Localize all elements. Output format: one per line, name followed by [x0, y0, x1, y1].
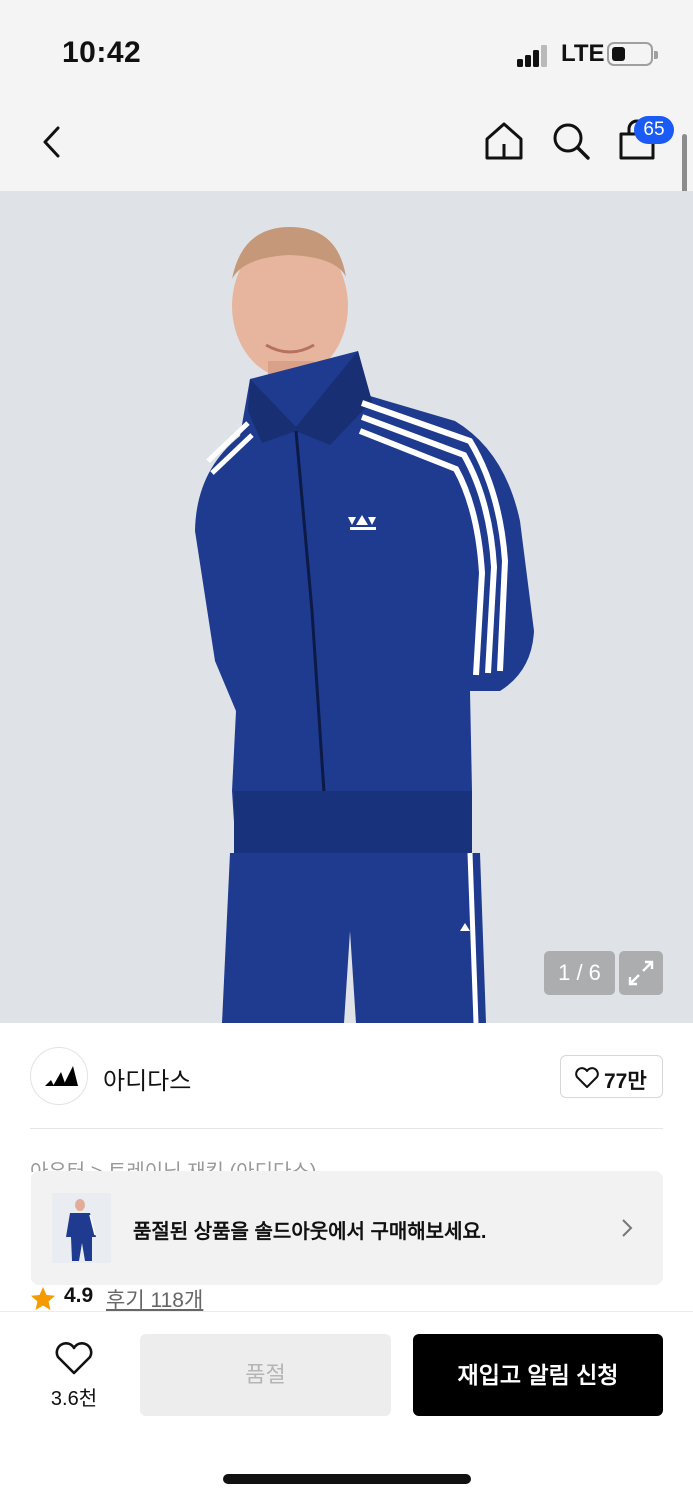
wishlist-count: 3.6천: [50, 1388, 98, 1410]
reviews-link[interactable]: 후기 118개: [106, 1284, 203, 1314]
search-icon: [553, 123, 590, 160]
star-icon: [31, 1287, 55, 1310]
heart-icon: [55, 1342, 93, 1375]
soldout-banner-text: 품절된 상품을 솔드아웃에서 구매해보세요.: [133, 1221, 487, 1243]
cart-count-badge: 65: [634, 116, 674, 144]
chevron-left-icon: [43, 126, 60, 158]
divider: [30, 1128, 663, 1129]
product-image-gallery[interactable]: 1 / 6: [0, 191, 693, 1023]
expand-image-button[interactable]: [619, 951, 663, 995]
signal-strength-icon: [517, 45, 549, 67]
product-category: 아우터 > 트레이닝 재킷 (아디다스): [30, 1161, 317, 1172]
top-nav-bar: 65: [0, 100, 693, 191]
bottom-action-bar: 3.6천 품절 재입고 알림 신청: [0, 1311, 693, 1500]
brand-name[interactable]: 아디다스: [103, 1061, 191, 1096]
chevron-right-icon: [622, 1219, 633, 1237]
image-counter: 1 / 6: [544, 951, 615, 995]
wishlist-button[interactable]: 3.6천: [30, 1332, 118, 1412]
banner-thumbnail: [52, 1193, 111, 1263]
home-indicator[interactable]: [223, 1474, 471, 1484]
search-button[interactable]: [550, 120, 592, 162]
rating-value: 4.9: [64, 1284, 94, 1307]
home-button[interactable]: [483, 120, 525, 162]
brand-logo[interactable]: [30, 1047, 88, 1105]
product-photo: [195, 227, 534, 1023]
brand-like-count: 77만: [604, 1070, 647, 1093]
brand-like-button[interactable]: 77만: [560, 1055, 663, 1098]
restock-alert-button[interactable]: 재입고 알림 신청: [413, 1334, 663, 1416]
soldout-banner[interactable]: 품절된 상품을 솔드아웃에서 구매해보세요.: [31, 1171, 663, 1285]
status-time: 10:42: [62, 36, 142, 69]
expand-icon: [628, 960, 654, 986]
battery-icon: [607, 42, 658, 66]
soldout-button: 품절: [140, 1334, 391, 1416]
heart-icon: [575, 1067, 599, 1088]
adidas-logo-icon: [45, 1066, 78, 1086]
home-icon: [485, 122, 523, 160]
network-type: LTE: [561, 40, 605, 67]
status-bar: 10:42 LTE: [0, 0, 693, 100]
back-button[interactable]: [34, 122, 74, 162]
